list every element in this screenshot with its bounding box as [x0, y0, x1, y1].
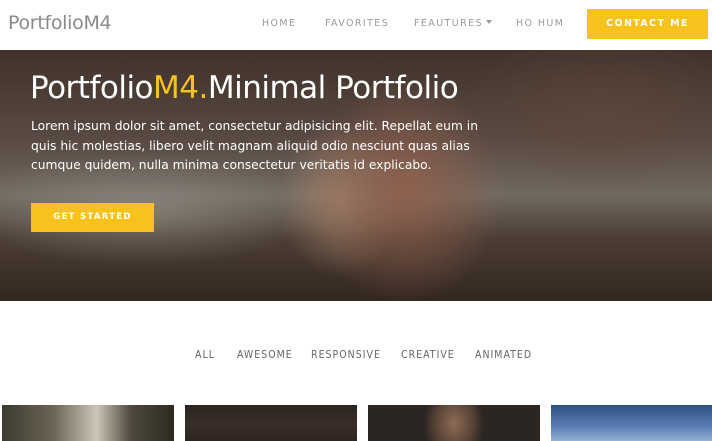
nav-item-ho-hum[interactable]: HO HUM: [516, 18, 564, 29]
filter-awesome[interactable]: AWESOME: [237, 349, 293, 361]
brand-logo[interactable]: PortfolioM4: [8, 12, 112, 34]
contact-me-button[interactable]: CONTACT ME: [587, 9, 708, 39]
filter-animated[interactable]: ANIMATED: [475, 349, 532, 361]
filter-all[interactable]: ALL: [195, 349, 215, 361]
nav-item-features-dropdown[interactable]: FEAUTURES: [414, 18, 492, 29]
portfolio-thumbnail[interactable]: [551, 405, 712, 441]
filter-creative[interactable]: CREATIVE: [401, 349, 455, 361]
hero-title-part1: Portfolio: [30, 70, 154, 106]
hero-title: PortfolioM4.Minimal Portfolio: [30, 70, 459, 106]
portfolio-thumbnail[interactable]: [2, 405, 174, 441]
hero-section: PortfolioM4.Minimal Portfolio Lorem ipsu…: [0, 50, 712, 301]
portfolio-thumbnail[interactable]: [185, 405, 357, 441]
navbar: PortfolioM4 HOME FAVORITES FEAUTURES HO …: [0, 0, 712, 50]
hero-title-part2: Minimal Portfolio: [207, 70, 459, 106]
hero-description: Lorem ipsum dolor sit amet, consectetur …: [31, 119, 478, 172]
caret-down-icon: [485, 20, 492, 24]
nav-item-home[interactable]: HOME: [262, 18, 296, 29]
portfolio-filters: ALL AWESOME RESPONSIVE CREATIVE ANIMATED: [0, 349, 712, 365]
hero-title-accent: M4.: [153, 70, 208, 106]
filter-responsive[interactable]: RESPONSIVE: [311, 349, 381, 361]
portfolio-thumbnail[interactable]: [368, 405, 540, 441]
get-started-button[interactable]: GET STARTED: [31, 203, 154, 232]
nav-item-features-label: FEAUTURES: [414, 18, 483, 29]
nav-item-favorites[interactable]: FAVORITES: [325, 18, 389, 29]
